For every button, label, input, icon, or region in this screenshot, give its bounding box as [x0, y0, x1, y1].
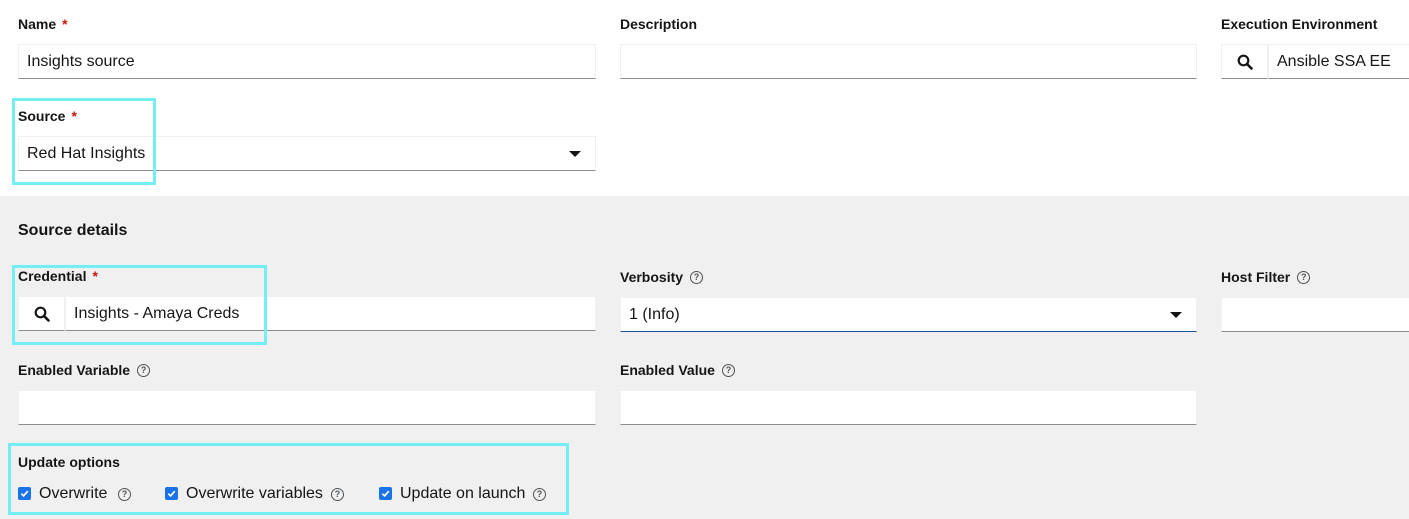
name-input[interactable]: Insights source	[18, 44, 596, 79]
host-filter-label: Host Filter ?	[1221, 268, 1311, 286]
execution-environment-input[interactable]: Ansible SSA EE	[1268, 44, 1409, 79]
enabled-variable-label: Enabled Variable ?	[18, 361, 151, 379]
help-icon[interactable]: ?	[331, 488, 344, 501]
source-details-heading: Source details	[18, 222, 128, 239]
help-icon[interactable]: ?	[118, 488, 131, 501]
overwrite-checkbox[interactable]	[18, 487, 31, 500]
search-icon	[1237, 54, 1253, 70]
verbosity-label: Verbosity ?	[620, 268, 704, 286]
enabled-variable-input[interactable]	[18, 390, 596, 425]
enabled-value-input[interactable]	[620, 390, 1197, 425]
checkmark-icon	[381, 490, 390, 498]
source-label: Source *	[18, 108, 77, 124]
overwrite-variables-label: Overwrite variables	[186, 485, 323, 502]
credential-input[interactable]: Insights - Amaya Creds	[65, 296, 596, 331]
description-label: Description	[620, 16, 698, 32]
help-icon[interactable]: ?	[1297, 270, 1311, 284]
required-marker: *	[92, 268, 98, 284]
host-filter-input[interactable]	[1221, 297, 1409, 332]
update-on-launch-label: Update on launch	[400, 485, 526, 502]
overwrite-label: Overwrite	[39, 485, 108, 502]
required-marker: *	[71, 108, 77, 124]
required-marker: *	[62, 16, 68, 32]
source-details-section	[0, 196, 1409, 519]
credential-search-button[interactable]	[18, 296, 65, 331]
credential-label: Credential *	[18, 268, 98, 284]
overwrite-variables-checkbox[interactable]	[165, 487, 178, 500]
caret-down-icon	[569, 151, 581, 157]
source-select[interactable]: Red Hat Insights	[18, 136, 596, 171]
execution-environment-search-button[interactable]	[1221, 44, 1268, 79]
help-icon[interactable]: ?	[690, 270, 704, 284]
caret-down-icon	[1170, 312, 1182, 318]
help-icon[interactable]: ?	[721, 363, 735, 377]
execution-environment-label: Execution Environment	[1221, 16, 1378, 32]
help-icon[interactable]: ?	[533, 488, 546, 501]
verbosity-select[interactable]: 1 (Info)	[620, 297, 1197, 332]
description-input[interactable]	[620, 44, 1197, 79]
update-options-label: Update options	[18, 454, 120, 470]
name-label: Name *	[18, 16, 68, 32]
update-on-launch-checkbox[interactable]	[379, 487, 392, 500]
checkmark-icon	[167, 490, 176, 498]
search-icon	[34, 306, 50, 322]
checkmark-icon	[20, 490, 29, 498]
help-icon[interactable]: ?	[137, 363, 151, 377]
enabled-value-label: Enabled Value ?	[620, 361, 735, 379]
